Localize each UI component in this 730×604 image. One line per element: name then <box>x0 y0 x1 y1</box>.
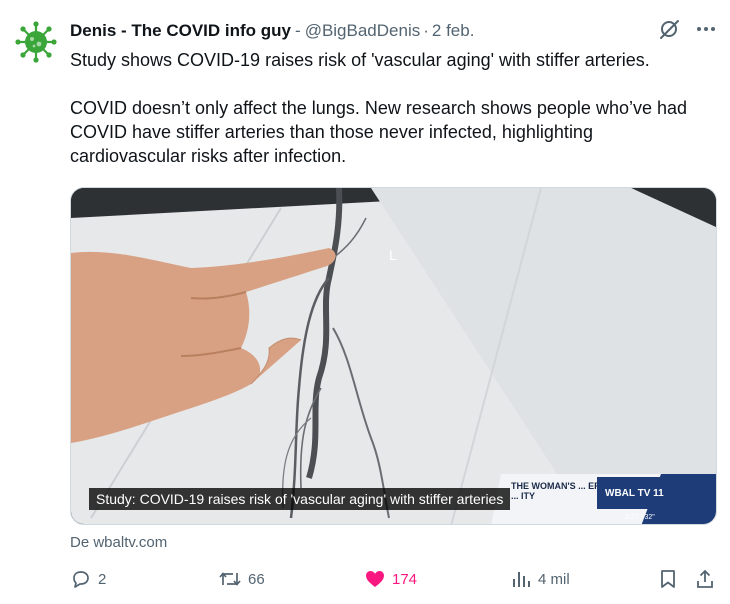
grok-icon[interactable] <box>658 18 680 40</box>
repost-button[interactable]: 66 <box>218 566 265 592</box>
repost-count: 66 <box>248 570 265 588</box>
repost-icon <box>219 572 241 586</box>
chyron-title: THE WOMAN'S ... ER ... ITY <box>511 481 601 501</box>
station-logo: WBAL TV 11 <box>597 477 693 509</box>
bookmark-button[interactable] <box>658 566 678 592</box>
tweet-header: Denis - The COVID info guy - @BigBadDeni… <box>70 20 474 42</box>
reply-button[interactable]: 2 <box>70 566 106 592</box>
like-count: 174 <box>392 570 418 588</box>
virus-icon <box>15 21 57 63</box>
user-handle[interactable]: @BigBadDenis <box>305 21 421 41</box>
video-caption: Study: COVID-19 raises risk of 'vascular… <box>89 488 511 510</box>
heart-icon <box>366 571 384 587</box>
reply-count: 2 <box>98 570 107 588</box>
views-count: 4 mil <box>538 570 570 588</box>
more-icon[interactable] <box>696 19 716 39</box>
tweet-actions: 2 66 174 4 mil <box>70 566 720 592</box>
avatar[interactable] <box>14 20 58 64</box>
tweet-date[interactable]: 2 feb. <box>432 21 475 41</box>
like-button[interactable]: 174 <box>364 566 417 592</box>
name-separator: - <box>295 21 301 40</box>
video-timestamp: 5:27 / 32" <box>625 514 655 521</box>
reply-icon <box>73 571 89 588</box>
dot-separator: · <box>423 21 429 40</box>
share-icon <box>697 569 713 588</box>
views-button[interactable]: 4 mil <box>510 566 570 592</box>
tweet-text-line1: Study shows COVID-19 raises risk of 'vas… <box>70 50 650 70</box>
svg-text:L: L <box>389 247 397 263</box>
display-name[interactable]: Denis - The COVID info guy <box>70 21 291 41</box>
share-button[interactable] <box>694 566 716 592</box>
tweet-text: Study shows COVID-19 raises risk of 'vas… <box>70 48 710 168</box>
video-media[interactable]: L THE WOMAN'S ... ER ... ITY WBAL TV 11 … <box>70 187 717 525</box>
views-icon <box>513 572 530 587</box>
tweet-text-paragraph2: COVID doesn’t only affect the lungs. New… <box>70 98 688 166</box>
bookmark-icon <box>661 570 675 588</box>
video-frame: L <box>71 188 716 524</box>
link-source[interactable]: De wbaltv.com <box>70 534 167 551</box>
tweet-top-actions <box>658 18 716 40</box>
